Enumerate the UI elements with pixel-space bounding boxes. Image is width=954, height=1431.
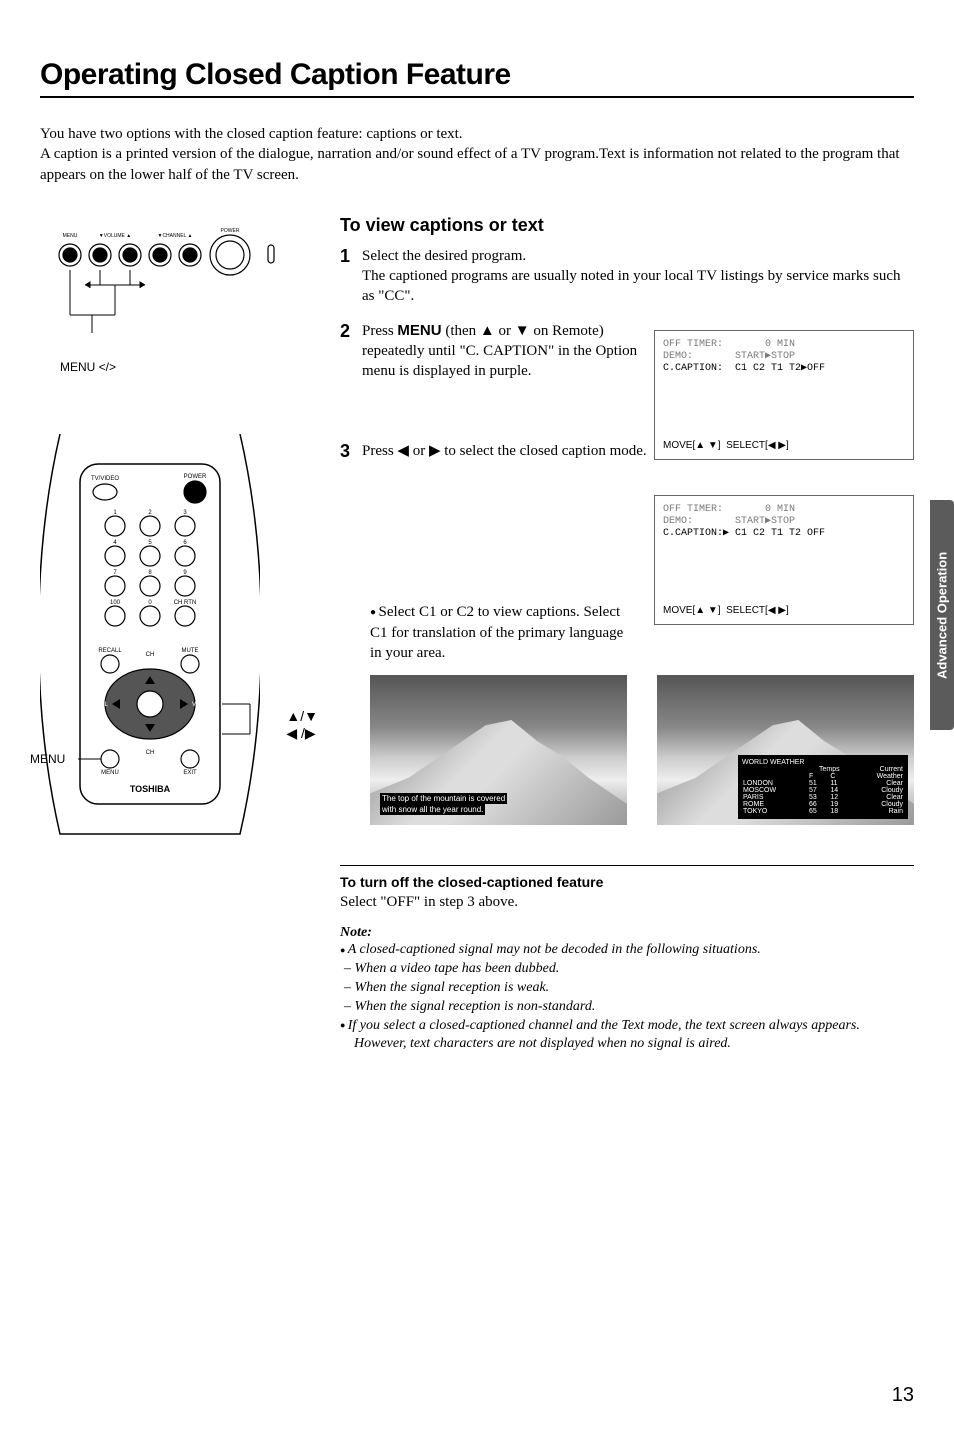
svg-text:CH: CH [146, 652, 155, 658]
panel-ch-label: ▼CHANNEL ▲ [158, 233, 193, 239]
svg-text:MENU: MENU [101, 770, 119, 776]
section-heading: To view captions or text [340, 215, 914, 236]
turnoff-heading: To turn off the closed-captioned feature [340, 874, 914, 890]
svg-text:6: 6 [183, 540, 187, 546]
osd-screen-2: OFF TIMER: 0 MIN DEMO: START▶STOP C.CAPT… [654, 495, 914, 625]
page-title: Operating Closed Caption Feature [40, 58, 914, 92]
tv-panel-diagram: MENU ▼VOLUME ▲ ▼CHANNEL ▲ POWER [40, 215, 340, 374]
step-1: 1 Select the desired program. The captio… [340, 246, 914, 307]
turnoff-body: Select "OFF" in step 3 above. [340, 894, 914, 911]
svg-text:EXIT: EXIT [183, 770, 197, 776]
step-2: 2 Press MENU (then ▲ or ▼ on Remote) rep… [340, 321, 650, 382]
text-example-image: WORLD WEATHER TempsCurrent FCWeather LON… [657, 675, 914, 825]
svg-text:CH: CH [146, 750, 155, 756]
note-block: Note: A closed-captioned signal may not … [340, 925, 914, 1054]
svg-text:5: 5 [148, 540, 152, 546]
osd-screen-1: OFF TIMER: 0 MIN DEMO: START▶STOP C.CAPT… [654, 330, 914, 460]
remote-menu-callout: MENU [30, 752, 65, 766]
svg-text:VOL: VOL [192, 702, 205, 708]
panel-menu-label: MENU [63, 233, 78, 239]
panel-vol-label: ▼VOLUME ▲ [99, 233, 131, 239]
page-number: 13 [892, 1384, 914, 1407]
intro-text: You have two options with the closed cap… [40, 124, 914, 185]
svg-text:9: 9 [183, 570, 187, 576]
bullet-captions: Select C1 or C2 to view captions. Select… [370, 602, 627, 663]
remote-arrows-callout: ▲/▼ ◀ /▶ [286, 708, 318, 742]
svg-text:3: 3 [183, 510, 187, 516]
svg-text:TV/VIDEO: TV/VIDEO [91, 476, 119, 482]
panel-power-label: POWER [221, 228, 240, 234]
panel-menu-callout: MENU </> [60, 360, 340, 374]
svg-text:7: 7 [113, 570, 117, 576]
svg-text:RECALL: RECALL [98, 648, 122, 654]
remote-diagram: MENU ▲/▼ ◀ /▶ [40, 434, 300, 859]
svg-text:1: 1 [113, 510, 117, 516]
svg-text:100: 100 [110, 600, 121, 606]
svg-text:8: 8 [148, 570, 152, 576]
svg-text:0: 0 [148, 600, 152, 606]
svg-text:VOL: VOL [96, 702, 109, 708]
step-3: 3 Press ◀ or ▶ to select the closed capt… [340, 441, 650, 462]
svg-text:CH RTN: CH RTN [174, 600, 197, 606]
svg-text:MUTE: MUTE [182, 648, 199, 654]
svg-text:4: 4 [113, 540, 117, 546]
svg-text:TOSHIBA: TOSHIBA [130, 784, 171, 794]
side-tab: Advanced Operation [930, 500, 954, 730]
svg-text:POWER: POWER [184, 474, 207, 480]
svg-text:2: 2 [148, 510, 152, 516]
caption-example-image: The top of the mountain is covered with … [370, 675, 627, 825]
title-rule [40, 96, 914, 98]
